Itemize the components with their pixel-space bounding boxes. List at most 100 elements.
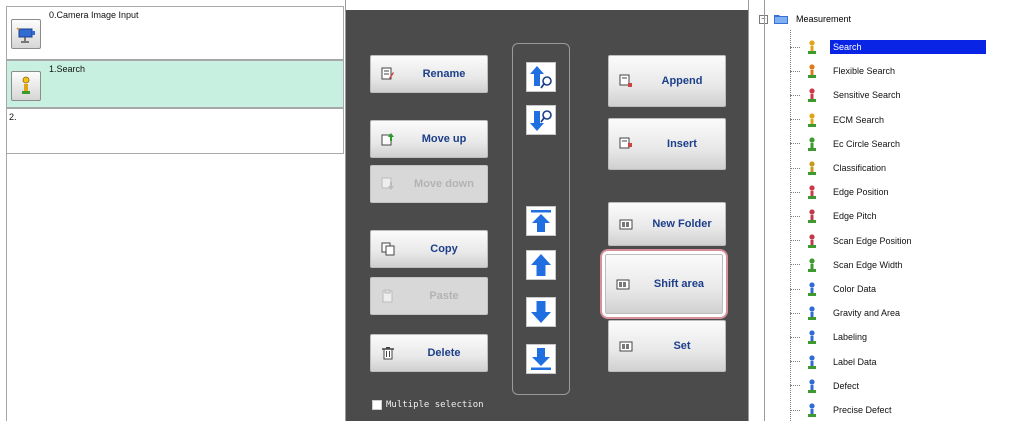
tree-item-label: Precise Defect <box>833 405 892 415</box>
tree-item[interactable]: Precise Defect <box>790 399 1035 421</box>
scene-unit-list: 0.Camera Image Input 1.Search 2. <box>0 0 346 421</box>
tree-connector <box>790 70 800 72</box>
tree-item-label: Classification <box>833 163 887 173</box>
scan-edge-position-icon <box>804 233 820 249</box>
ec-circle-search-icon <box>804 136 820 152</box>
tree-item[interactable]: Scan Edge Width <box>790 254 1035 276</box>
flexible-search-icon <box>804 63 820 79</box>
tree-item[interactable]: Color Data <box>790 278 1035 300</box>
tree-item-label: Flexible Search <box>833 66 896 77</box>
tree-connector <box>790 336 800 338</box>
tree-item-label: Scan Edge Position <box>833 235 912 246</box>
up-icon[interactable] <box>526 250 556 280</box>
tree-item-label: Scan Edge Width <box>833 259 903 270</box>
tree-item[interactable]: Scan Edge Position <box>790 230 1035 252</box>
tree-connector <box>790 385 800 387</box>
tree-item-label: ECM Search <box>833 114 885 125</box>
tree-item[interactable]: Edge Position <box>790 181 1035 203</box>
search-up-icon[interactable] <box>526 62 556 92</box>
tree-item-label: Labeling <box>833 332 868 343</box>
tree-item-label: Ec Circle Search <box>833 138 901 149</box>
edit-control-panel: Rename Move up Move down Copy Paste Dele… <box>346 10 748 421</box>
rename-icon <box>381 67 395 81</box>
tree-item[interactable]: Gravity and Area <box>790 302 1035 324</box>
new-folder-button[interactable]: New Folder <box>608 202 726 246</box>
search-item-icon <box>804 39 820 55</box>
tree-border <box>764 0 765 421</box>
tree-item[interactable]: Label Data <box>790 351 1035 373</box>
folder-icon <box>774 14 788 24</box>
tree-connector <box>790 361 800 363</box>
tree-item[interactable]: Flexible Search <box>790 60 1035 82</box>
tree-connector <box>790 409 800 411</box>
multiple-selection-label: Multiple selection <box>386 400 484 410</box>
jump-bottom-icon[interactable] <box>526 344 556 374</box>
unit-row-empty[interactable]: 2. <box>6 108 344 154</box>
search-unit-icon[interactable] <box>11 71 41 101</box>
tree-item-label: Defect <box>833 380 860 391</box>
tree-connector <box>790 288 800 290</box>
move-down-icon <box>381 177 395 191</box>
down-icon[interactable] <box>526 297 556 327</box>
tree-item[interactable]: ECM Search <box>790 109 1035 131</box>
list-border <box>6 154 7 421</box>
unit-label: 2. <box>9 112 17 122</box>
copy-button[interactable]: Copy <box>370 230 488 268</box>
color-data-icon <box>804 281 820 297</box>
tree-connector <box>790 191 800 193</box>
tree-item-label: Sensitive Search <box>833 90 901 101</box>
defect-icon <box>804 378 820 394</box>
tree-connector <box>790 94 800 96</box>
processing-item-tree: − Measurement Search Flexible Search Sensi… <box>748 0 1035 421</box>
unit-label: 1.Search <box>49 64 86 74</box>
edge-position-icon <box>804 184 820 200</box>
classification-icon <box>804 160 820 176</box>
new-folder-icon <box>619 217 633 231</box>
set-button[interactable]: Set <box>608 320 726 372</box>
tree-connector <box>790 264 800 266</box>
move-down-button[interactable]: Move down <box>370 165 488 203</box>
tree-item-label: Edge Pitch <box>833 211 877 222</box>
unit-row-search[interactable]: 1.Search <box>6 60 344 108</box>
tree-connector <box>790 240 800 242</box>
precise-defect-icon <box>804 402 820 418</box>
shift-area-button[interactable]: Shift area <box>605 254 723 314</box>
tree-connector <box>790 215 800 217</box>
tree-item-label: Label Data <box>833 356 877 367</box>
sensitive-search-icon <box>804 87 820 103</box>
tree-item-label: Color Data <box>833 284 877 294</box>
tree-connector <box>790 312 800 314</box>
tree-connector <box>790 143 800 145</box>
jump-top-icon[interactable] <box>526 206 556 236</box>
tree-item[interactable]: Search <box>790 36 1035 58</box>
tree-item-label: Edge Position <box>833 187 889 198</box>
tree-item[interactable]: Classification <box>790 157 1035 179</box>
append-icon <box>619 74 633 88</box>
trash-icon <box>381 346 395 360</box>
insert-button[interactable]: Insert <box>608 118 726 170</box>
tree-root-measurement[interactable]: − Measurement <box>759 14 851 24</box>
tree-connector <box>790 167 800 169</box>
tree-item[interactable]: Labeling <box>790 326 1035 348</box>
copy-icon <box>381 242 395 256</box>
tree-connector <box>790 46 800 48</box>
tree-item[interactable]: Defect <box>790 375 1035 397</box>
delete-button[interactable]: Delete <box>370 334 488 372</box>
tree-item[interactable]: Edge Pitch <box>790 205 1035 227</box>
multiple-selection-checkbox[interactable]: Multiple selection <box>372 400 484 410</box>
unit-label: 0.Camera Image Input <box>49 10 139 20</box>
camera-icon[interactable] <box>11 19 41 49</box>
ecm-search-icon <box>804 112 820 128</box>
paste-button[interactable]: Paste <box>370 277 488 315</box>
label-data-icon <box>804 354 820 370</box>
move-up-icon <box>381 132 395 146</box>
unit-row-camera[interactable]: 0.Camera Image Input <box>6 6 344 60</box>
checkbox-box[interactable] <box>372 400 382 410</box>
tree-item[interactable]: Sensitive Search <box>790 84 1035 106</box>
search-down-icon[interactable] <box>526 105 556 135</box>
labeling-icon <box>804 329 820 345</box>
append-button[interactable]: Append <box>608 55 726 107</box>
tree-item[interactable]: Ec Circle Search <box>790 133 1035 155</box>
move-up-button[interactable]: Move up <box>370 120 488 158</box>
rename-button[interactable]: Rename <box>370 55 488 93</box>
